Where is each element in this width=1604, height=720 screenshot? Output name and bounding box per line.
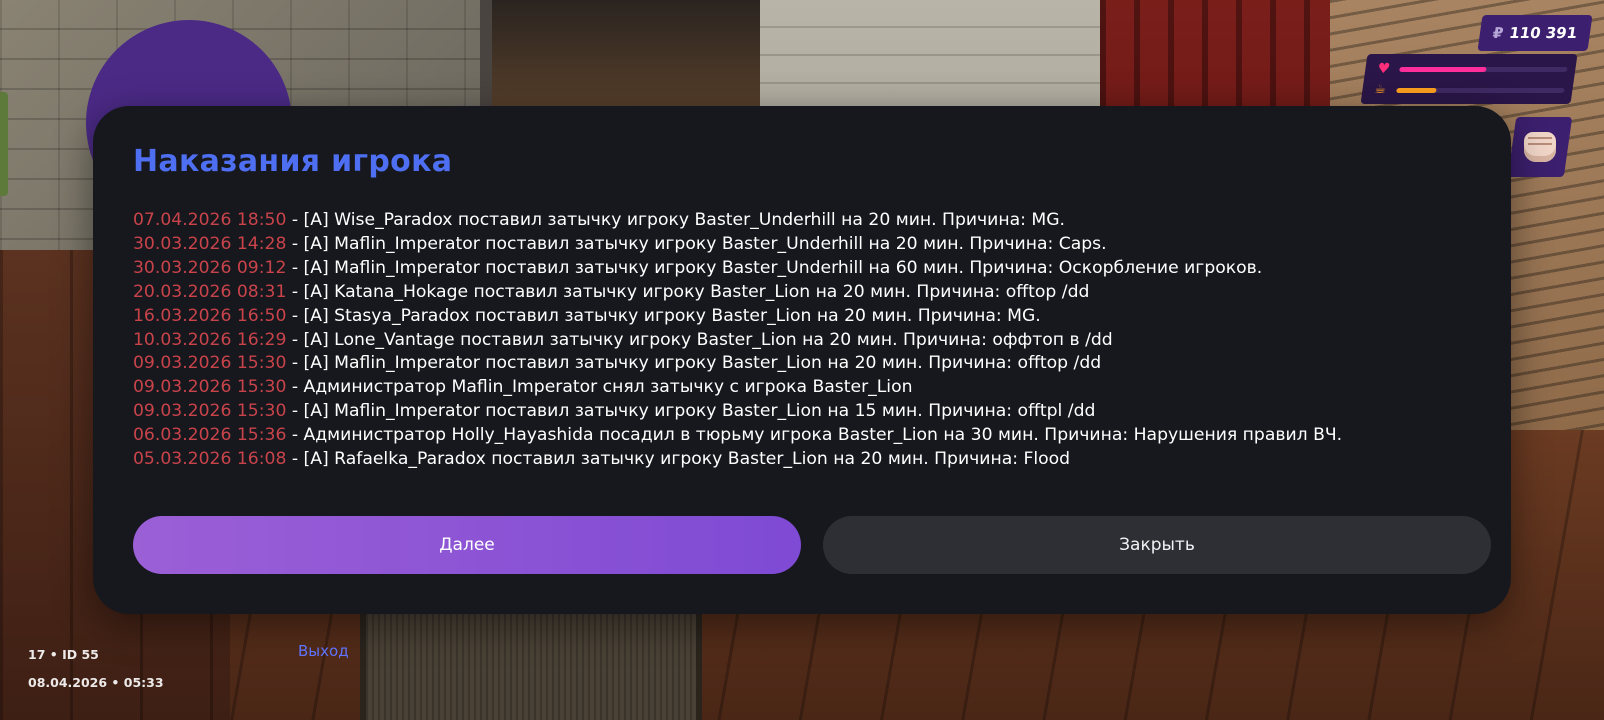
entry-date: 30.03.2026 14:28 — [133, 233, 287, 254]
next-button[interactable]: Далее — [133, 516, 801, 574]
entry-text: - [A] Maflin_Imperator поставил затычку … — [286, 233, 1107, 254]
status-bars: ♥ ☕ — [1360, 54, 1578, 104]
entry-date: 10.03.2026 16:29 — [133, 329, 287, 350]
entry-text: - [A] Katana_Hokage поставил затычку игр… — [286, 281, 1090, 302]
exit-link[interactable]: Выход — [298, 642, 349, 660]
list-item: 30.03.2026 14:28 - [A] Maflin_Imperator … — [133, 233, 1493, 257]
health-bar — [1399, 66, 1568, 72]
entry-date: 07.04.2026 18:50 — [133, 210, 287, 230]
entry-text: - [A] Wise_Paradox поставил затычку игро… — [286, 210, 1065, 230]
entry-date: 16.03.2026 16:50 — [133, 305, 287, 326]
list-item: 20.03.2026 08:31 - [A] Katana_Hokage пос… — [133, 281, 1493, 305]
server-datetime: 08.04.2026 • 05:33 — [28, 675, 164, 690]
list-item: 06.03.2026 15:36 - Администратор Holly_H… — [133, 424, 1493, 448]
hunger-bar-fill — [1396, 87, 1438, 93]
close-button[interactable]: Закрыть — [823, 516, 1491, 574]
entry-date: 09.03.2026 15:30 — [133, 353, 287, 374]
hunger-row: ☕ — [1373, 82, 1566, 97]
money-display: ₽ 110 391 — [1477, 15, 1593, 51]
entry-date: 09.03.2026 15:30 — [133, 401, 287, 422]
fist-icon — [1524, 132, 1556, 162]
entry-text: - [A] Rafaelka_Paradox поставил затычку … — [286, 449, 1071, 470]
entry-date: 05.03.2026 16:08 — [133, 449, 287, 470]
player-info: 17 • ID 55 — [28, 647, 99, 662]
list-item: 09.03.2026 15:30 - [A] Maflin_Imperator … — [133, 400, 1493, 424]
entry-text: - [A] Maflin_Imperator поставил затычку … — [286, 401, 1096, 422]
money-amount: 110 391 — [1508, 24, 1579, 42]
list-item: 16.03.2026 16:50 - [A] Stasya_Paradox по… — [133, 305, 1493, 329]
list-item: 07.04.2026 18:50 - [A] Wise_Paradox пост… — [133, 209, 1493, 233]
list-item: 10.03.2026 16:29 - [A] Lone_Vantage пост… — [133, 329, 1493, 353]
punishments-dialog: Наказания игрока 07.04.2026 18:50 - [A] … — [93, 106, 1511, 614]
list-item: 30.03.2026 09:12 - [A] Maflin_Imperator … — [133, 257, 1493, 281]
dialog-title: Наказания игрока — [133, 144, 453, 179]
entry-text: - [A] Stasya_Paradox поставил затычку иг… — [286, 305, 1041, 326]
entry-text: - [A] Maflin_Imperator поставил затычку … — [286, 353, 1102, 374]
entry-date: 20.03.2026 08:31 — [133, 281, 287, 302]
left-edge-tab — [0, 92, 8, 196]
entry-date: 09.03.2026 15:30 — [133, 377, 287, 398]
doormat — [360, 605, 702, 720]
list-item: 09.03.2026 15:30 - [A] Maflin_Imperator … — [133, 352, 1493, 376]
list-item: 05.03.2026 16:08 - [A] Rafaelka_Paradox … — [133, 448, 1493, 472]
entry-date: 06.03.2026 15:36 — [133, 425, 287, 446]
list-item: 09.03.2026 15:30 - Администратор Maflin_… — [133, 376, 1493, 400]
entry-text: - Администратор Maflin_Imperator снял за… — [286, 377, 913, 398]
entry-text: - [A] Lone_Vantage поставил затычку игро… — [286, 329, 1113, 350]
hunger-bar — [1396, 87, 1565, 93]
ruble-icon: ₽ — [1491, 24, 1505, 42]
cup-icon: ☕ — [1373, 82, 1388, 97]
punishments-list: 07.04.2026 18:50 - [A] Wise_Paradox пост… — [133, 209, 1493, 472]
entry-text: - [A] Maflin_Imperator поставил затычку … — [286, 257, 1263, 278]
heart-icon: ♥ — [1376, 61, 1392, 77]
health-row: ♥ — [1376, 61, 1569, 77]
weapon-slot[interactable] — [1507, 117, 1573, 177]
entry-date: 30.03.2026 09:12 — [133, 257, 287, 278]
health-bar-fill — [1399, 66, 1488, 72]
entry-text: - Администратор Holly_Hayashida посадил … — [286, 425, 1343, 446]
